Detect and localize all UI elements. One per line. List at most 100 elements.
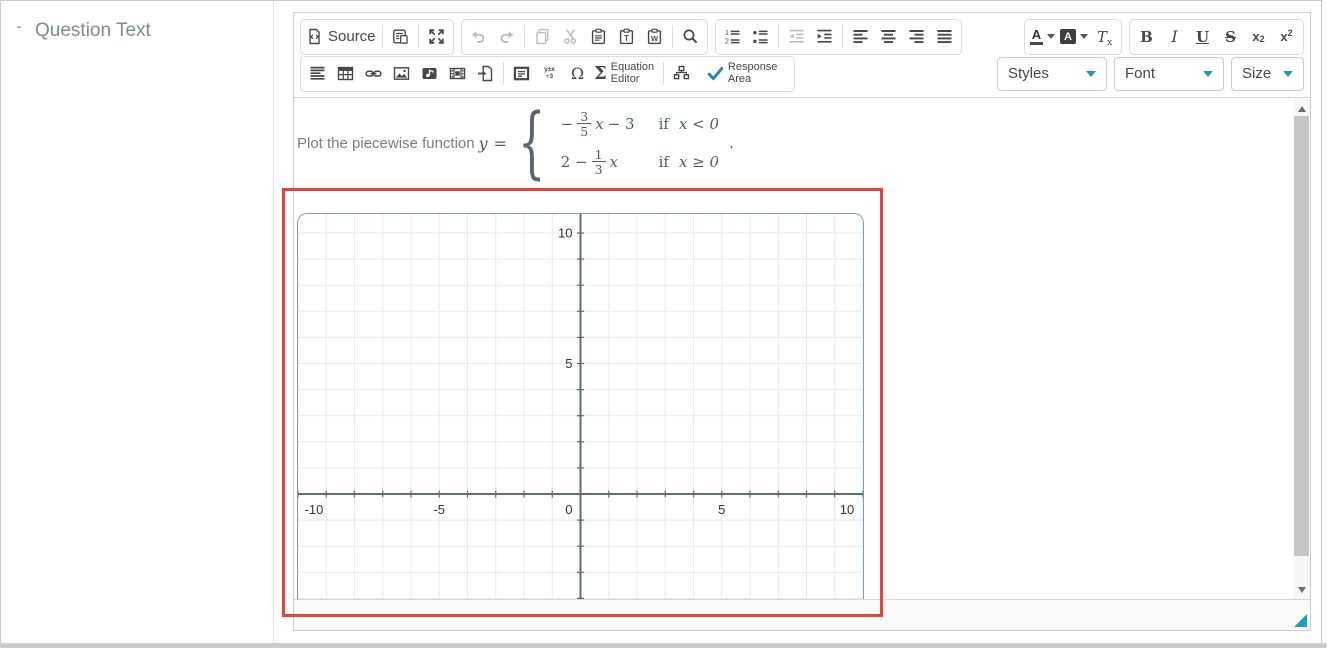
scroll-down-arrow[interactable] [1293, 582, 1310, 597]
justify-button[interactable] [931, 22, 958, 51]
text-color-icon: A [1030, 28, 1043, 45]
remove-format-icon: Tx [1097, 28, 1112, 46]
copy-button[interactable] [529, 22, 556, 51]
response-area-label: ResponseArea [728, 62, 778, 85]
paste-icon [590, 28, 607, 45]
case2-expression: 2 −13x [561, 148, 635, 176]
paste-from-word-icon: W [646, 28, 663, 45]
align-center-button[interactable] [875, 22, 902, 51]
link-icon [365, 65, 382, 82]
indent-button[interactable] [811, 22, 838, 51]
maximize-icon [428, 28, 445, 45]
source-icon [306, 28, 323, 45]
scrollbar-thumb[interactable] [1294, 116, 1309, 556]
bold-button[interactable]: B [1133, 22, 1160, 51]
response-area-button[interactable]: ResponseArea [696, 59, 791, 88]
size-dropdown[interactable]: Size [1231, 57, 1304, 91]
sitemap-button[interactable] [668, 59, 695, 88]
svg-text:10: 10 [840, 502, 854, 517]
search-icon [682, 28, 699, 45]
case2-condition: ifx ≥ 0 [659, 153, 719, 171]
undo-button[interactable] [465, 22, 492, 51]
svg-text:T: T [624, 34, 629, 43]
superscript-button[interactable]: x2 [1273, 22, 1300, 51]
insert-link-button[interactable] [360, 59, 387, 88]
insert-video-button[interactable] [444, 59, 471, 88]
bulleted-list-button[interactable] [747, 22, 774, 51]
superscript-icon: x2 [1280, 29, 1292, 44]
redo-button[interactable] [493, 22, 520, 51]
editor-content-area[interactable]: Plot the piecewise function y = { −35x− … [294, 98, 1293, 601]
image-icon [393, 65, 410, 82]
iframe-icon [513, 65, 530, 82]
table-icon [337, 65, 354, 82]
align-left-button[interactable] [847, 22, 874, 51]
align-right-icon [908, 28, 925, 45]
maximize-button[interactable] [423, 22, 450, 51]
numbered-list-icon: 12 [724, 28, 741, 45]
subscript-icon: x2 [1252, 29, 1264, 44]
special-character-button[interactable]: Ω [564, 59, 591, 88]
insert-image-button[interactable] [388, 59, 415, 88]
background-color-button[interactable]: A [1058, 22, 1090, 51]
group-paragraph: 12 [715, 19, 962, 55]
case1-condition: ifx < 0 [659, 115, 719, 133]
copy-icon [534, 28, 551, 45]
background-color-icon: A [1060, 29, 1076, 44]
cut-button[interactable] [557, 22, 584, 51]
svg-text:2: 2 [725, 39, 729, 45]
arrow-down-icon [1298, 587, 1306, 593]
equation-editor-button[interactable]: Σ EquationEditor [592, 59, 659, 88]
chevron-down-icon [1203, 71, 1213, 77]
app-window: - Question Text Source [0, 0, 1327, 648]
question-prefix: Plot the piecewise function [297, 135, 475, 152]
outdent-button[interactable] [783, 22, 810, 51]
import-document-button[interactable] [472, 59, 499, 88]
underline-button[interactable]: U [1189, 22, 1216, 51]
source-button[interactable]: Source [304, 22, 378, 51]
insert-table-button[interactable] [332, 59, 359, 88]
text-color-button[interactable]: A [1028, 22, 1057, 51]
scroll-up-arrow[interactable] [1293, 101, 1310, 116]
templates-button[interactable] [387, 22, 414, 51]
sentence-period: . [729, 134, 734, 152]
panel-divider [273, 0, 274, 643]
font-dropdown[interactable]: Font [1114, 57, 1224, 91]
sigma-icon: Σ [594, 63, 607, 84]
collapse-toggle[interactable]: - [16, 16, 22, 37]
svg-text:10: 10 [558, 226, 572, 241]
italic-button[interactable]: I [1161, 22, 1188, 51]
question-text: Plot the piecewise function y = { −35x− … [297, 103, 734, 183]
undo-icon [470, 28, 487, 45]
svg-text:W: W [650, 34, 658, 43]
subscript-button[interactable]: x2 [1245, 22, 1272, 51]
coordinate-grid-board[interactable]: -10-50510105 [297, 213, 864, 599]
align-right-button[interactable] [903, 22, 930, 51]
case1-expression: −35x− 3 [561, 110, 635, 138]
find-button[interactable] [677, 22, 704, 51]
response-check-icon [707, 65, 724, 82]
indent-icon [816, 28, 833, 45]
svg-text:5: 5 [565, 356, 572, 371]
strikethrough-button[interactable]: S [1217, 22, 1244, 51]
window-bottom-edge [0, 643, 1327, 648]
group-document: Source [300, 19, 454, 55]
chevron-down-icon [1283, 71, 1293, 77]
paste-button[interactable] [585, 22, 612, 51]
numbered-list-button[interactable]: 12 [719, 22, 746, 51]
iframe-button[interactable] [508, 59, 535, 88]
line-spacing-button[interactable] [304, 59, 331, 88]
math-formula-button[interactable]: y±x÷3 [536, 59, 563, 88]
styles-dropdown[interactable]: Styles [997, 57, 1107, 91]
cut-icon [562, 28, 579, 45]
align-center-icon [880, 28, 897, 45]
remove-format-button[interactable]: Tx [1091, 22, 1118, 51]
paste-plain-text-icon: T [618, 28, 635, 45]
chevron-down-icon [1086, 71, 1096, 77]
resize-handle-icon[interactable] [1294, 614, 1307, 627]
paste-from-word-button[interactable]: W [641, 22, 668, 51]
insert-media-button[interactable] [416, 59, 443, 88]
paste-plain-text-button[interactable]: T [613, 22, 640, 51]
vertical-scrollbar[interactable] [1293, 99, 1310, 601]
horizontal-lines-icon [309, 65, 326, 82]
